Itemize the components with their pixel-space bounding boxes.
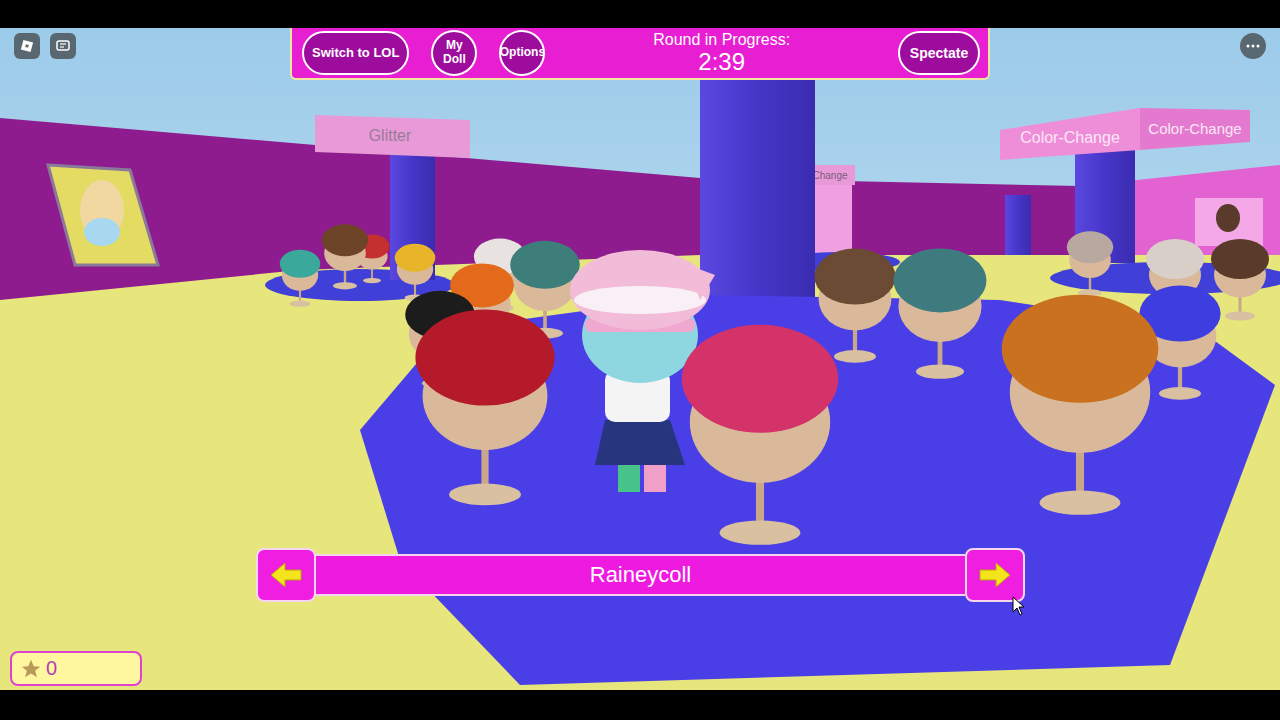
- next-button[interactable]: [965, 548, 1025, 602]
- sign-label: Color-Change: [1148, 120, 1241, 137]
- wig[interactable]: [894, 248, 987, 378]
- player-name: Raineycoll: [316, 554, 965, 596]
- wig[interactable]: [682, 325, 839, 545]
- color-change-sign: Color-Change Color-Change: [1000, 108, 1250, 160]
- game-screen: Glitter Color-Change Color-Change Change Swi…: [0, 0, 1280, 720]
- hud-button[interactable]: My Doll: [431, 30, 477, 76]
- glitter-sign: Glitter: [315, 115, 470, 158]
- sign-label: Change: [812, 170, 847, 181]
- pillar: [700, 80, 815, 310]
- wig[interactable]: [1002, 295, 1159, 515]
- spectate-button[interactable]: Spectate: [898, 31, 980, 75]
- wig[interactable]: [415, 310, 554, 506]
- hud-button[interactable]: Options: [499, 30, 545, 76]
- round-timer: Round in Progress:2:39: [545, 31, 898, 75]
- sign-label: Glitter: [369, 127, 412, 144]
- star-icon: [20, 658, 42, 680]
- wig[interactable]: [814, 249, 895, 363]
- wig[interactable]: [322, 224, 368, 289]
- chat-button[interactable]: [50, 33, 76, 59]
- chat-icon: [56, 39, 70, 53]
- poster: [48, 165, 158, 265]
- round-label: Round in Progress:: [653, 31, 790, 49]
- dots-icon: [1246, 44, 1260, 48]
- game-scene[interactable]: Glitter Color-Change Color-Change Change: [0, 0, 1280, 720]
- more-menu-button[interactable]: [1240, 33, 1266, 59]
- pillar: [1005, 195, 1031, 255]
- player-selector: Raineycoll: [256, 548, 1025, 602]
- sky: [0, 28, 1280, 690]
- wig[interactable]: [280, 250, 321, 307]
- arrow-right-icon: [978, 562, 1012, 588]
- top-hud: Switch to LOLMy DollOptionsRound in Prog…: [290, 28, 990, 80]
- star-counter: 0: [10, 651, 142, 686]
- roblox-menu-button[interactable]: [14, 33, 40, 59]
- previous-button[interactable]: [256, 548, 316, 602]
- wig-platform: [360, 295, 1275, 685]
- arrow-left-icon: [269, 562, 303, 588]
- roblox-logo-icon: [20, 39, 34, 53]
- star-count: 0: [46, 657, 57, 680]
- hud-button[interactable]: Switch to LOL: [302, 31, 409, 75]
- wig[interactable]: [1067, 231, 1113, 296]
- cursor-icon: [1012, 596, 1026, 616]
- round-time: 2:39: [698, 49, 745, 75]
- floor: [0, 240, 1280, 690]
- pillar: [390, 150, 435, 280]
- sign-label: Color-Change: [1020, 129, 1120, 146]
- poster: [1195, 198, 1263, 246]
